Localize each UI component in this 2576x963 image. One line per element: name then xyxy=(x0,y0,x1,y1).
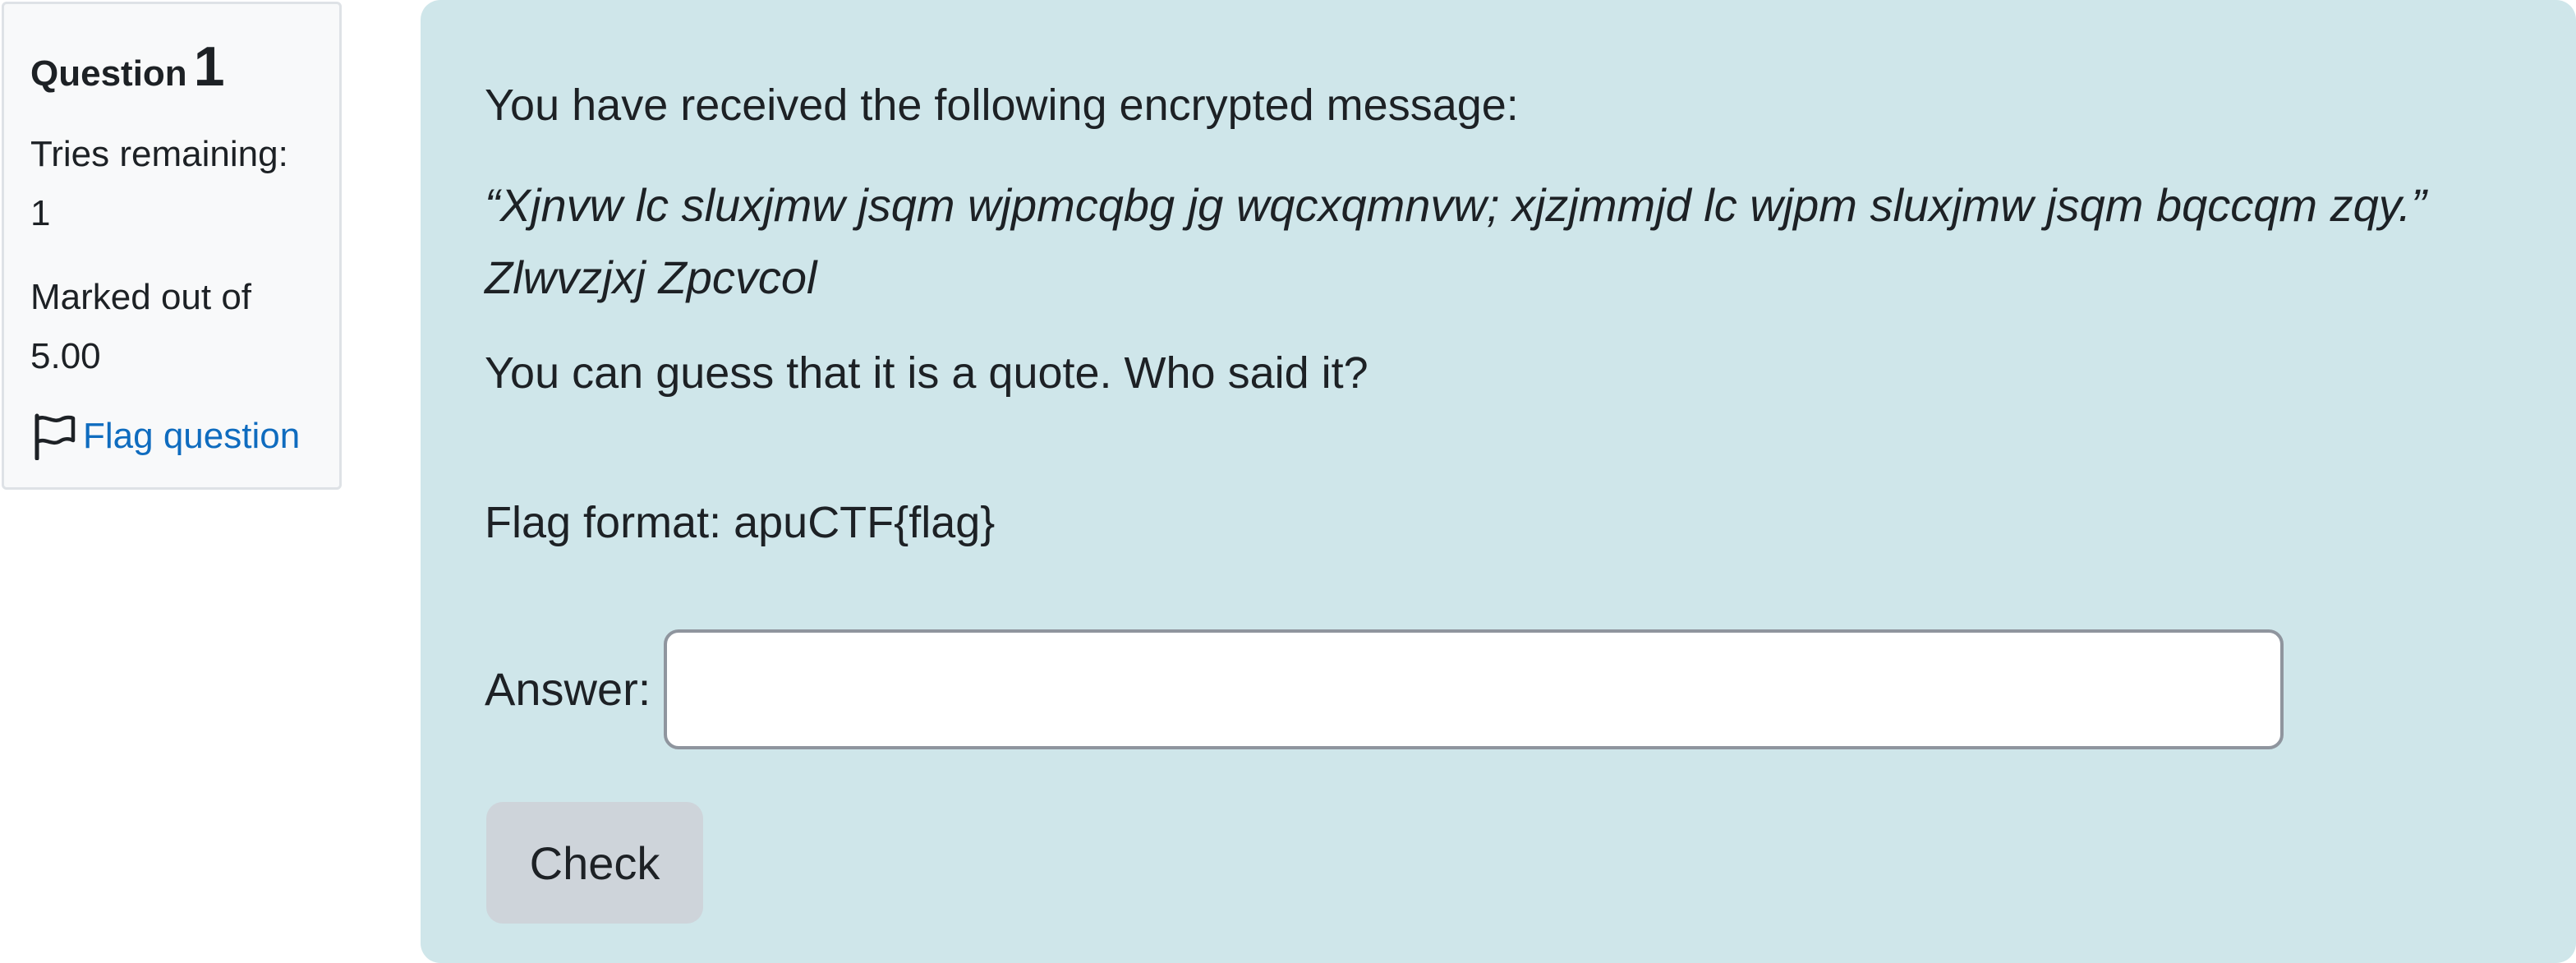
answer-label: Answer: xyxy=(485,663,651,715)
question-info-panel: Question 1 Tries remaining: 1 Marked out … xyxy=(2,2,342,490)
answer-input[interactable] xyxy=(664,629,2284,749)
question-number: 1 xyxy=(193,35,225,98)
quiz-page: Question 1 Tries remaining: 1 Marked out … xyxy=(0,0,2576,963)
encrypted-quote: “Xjnvw lc sluxjmw jsqm wjpmcqbg jg wqcxq… xyxy=(485,169,2571,314)
check-button[interactable]: Check xyxy=(486,802,703,924)
tries-remaining: Tries remaining: 1 xyxy=(30,134,288,233)
question-word: Question xyxy=(30,53,187,94)
question-hint: You can guess that it is a quote. Who sa… xyxy=(485,348,1368,398)
flag-format: Flag format: apuCTF{flag} xyxy=(485,498,996,547)
marked-out-of: Marked out of 5.00 xyxy=(30,277,252,376)
flag-question-label: Flag question xyxy=(83,416,301,456)
encrypted-quote-author: Zlwvzjxj Zpcvcol xyxy=(485,251,817,303)
flag-outline-icon xyxy=(34,413,76,460)
encrypted-quote-text: “Xjnvw lc sluxjmw jsqm wjpmcqbg jg wqcxq… xyxy=(485,179,2426,231)
question-number-heading: Question 1 xyxy=(30,34,315,107)
question-content: You have received the following encrypte… xyxy=(421,0,2576,963)
question-intro: You have received the following encrypte… xyxy=(485,81,1519,130)
flag-question-link[interactable]: Flag question xyxy=(30,412,315,460)
answer-row: Answer: xyxy=(485,629,2284,749)
